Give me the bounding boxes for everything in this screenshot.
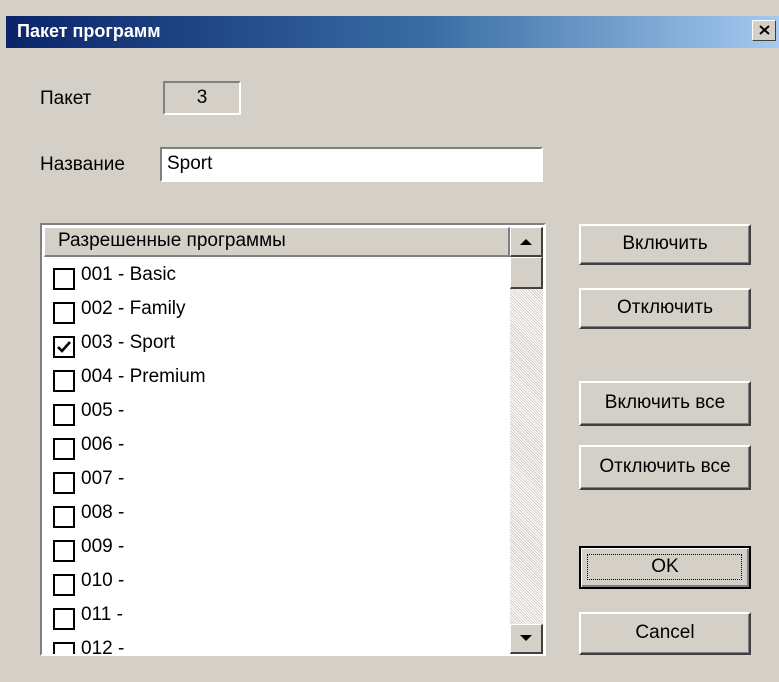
list-item[interactable]: 012 - [53,633,508,656]
list-item-label: 011 - [81,604,123,625]
scroll-down-button[interactable] [510,624,543,654]
checkbox[interactable] [53,438,75,460]
list-item[interactable]: 008 - [53,497,508,531]
programs-items: 001 - Basic 002 - Family 003 - Sport 004 - … [53,259,508,656]
list-item[interactable]: 005 - [53,395,508,429]
vertical-scrollbar[interactable] [510,227,543,654]
package-number-field: 3 [163,81,241,115]
list-item-label: 009 - [81,536,125,557]
package-label: Пакет [40,88,92,109]
checkbox[interactable] [53,370,75,392]
name-label: Название [40,154,125,175]
checkbox[interactable] [53,302,75,324]
list-item[interactable]: 007 - [53,463,508,497]
checkbox[interactable] [53,608,75,630]
list-item-label: 008 - [81,502,125,523]
scroll-thumb[interactable] [510,257,543,289]
checkbox[interactable] [53,574,75,596]
focus-rect [587,554,742,580]
disable-button[interactable]: Отключить [579,288,751,329]
arrow-down-icon [520,635,532,641]
list-item[interactable]: 011 - [53,599,508,633]
checkbox[interactable] [53,472,75,494]
checkbox[interactable] [53,642,75,654]
window-title: Пакет программ [17,21,161,41]
close-button[interactable] [752,20,776,41]
list-column-header[interactable]: Разрешенные программы [44,227,510,257]
list-item-label: 002 - Family [81,298,186,319]
list-item[interactable]: 004 - Premium [53,361,508,395]
title-bar[interactable]: Пакет программ [6,16,779,48]
disable-all-button[interactable]: Отключить все [579,445,751,490]
ok-button[interactable]: OK [579,546,751,589]
checkbox[interactable] [53,540,75,562]
enable-button[interactable]: Включить [579,224,751,265]
close-icon [759,25,770,35]
list-item[interactable]: 009 - [53,531,508,565]
list-item-label: 005 - [81,400,125,421]
scroll-up-button[interactable] [510,227,543,257]
list-item-label: 006 - [81,434,125,455]
checkmark-icon [57,341,71,353]
list-item-label: 004 - Premium [81,366,206,387]
name-input[interactable]: Sport [160,147,543,182]
list-item[interactable]: 003 - Sport [53,327,508,361]
list-item-label: 001 - Basic [81,264,177,285]
arrow-up-icon [520,239,532,245]
checkbox[interactable] [53,268,75,290]
list-item[interactable]: 001 - Basic [53,259,508,293]
list-item-label: 003 - Sport [81,332,175,353]
checkbox[interactable] [53,336,75,358]
checkbox[interactable] [53,506,75,528]
dialog-window: Пакет программ Пакет 3 Название Sport Ра… [0,0,779,682]
checkbox[interactable] [53,404,75,426]
programs-list[interactable]: Разрешенные программы 001 - Basic 002 - F… [40,223,546,656]
cancel-button[interactable]: Cancel [579,612,751,655]
list-item[interactable]: 006 - [53,429,508,463]
list-item-label: 012 - [81,638,125,656]
list-item[interactable]: 002 - Family [53,293,508,327]
list-item[interactable]: 010 - [53,565,508,599]
list-item-label: 010 - [81,570,125,591]
list-item-label: 007 - [81,468,125,489]
enable-all-button[interactable]: Включить все [579,381,751,426]
